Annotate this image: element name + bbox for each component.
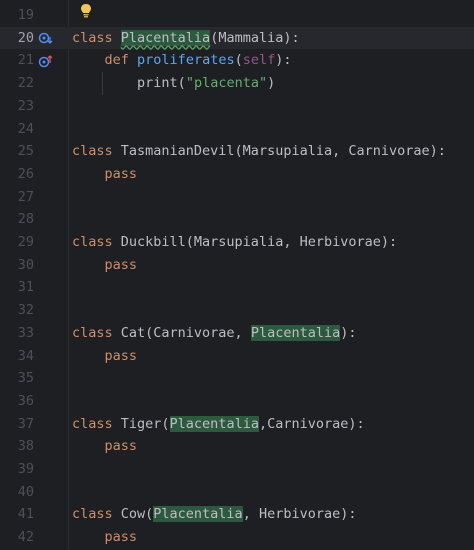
- keyword: pass: [104, 438, 138, 455]
- code-content: def proliferates(self):: [72, 49, 292, 72]
- code-text: ):: [340, 324, 357, 341]
- line-number: 27: [17, 188, 34, 205]
- line-number: 22: [17, 75, 34, 92]
- code-line[interactable]: 38 pass: [0, 435, 474, 458]
- keyword: class: [72, 29, 113, 46]
- code-content: class Placentalia(Mammalia):: [72, 27, 300, 50]
- code-line[interactable]: 22 print("placenta"): [0, 72, 474, 95]
- code-content: class Cat(Carnivorae, Placentalia):: [72, 322, 356, 345]
- code-content: pass: [72, 526, 138, 549]
- line-number: 41: [17, 506, 34, 523]
- function-name: proliferates: [137, 52, 235, 69]
- line-number: 33: [17, 324, 34, 341]
- keyword: pass: [104, 165, 138, 182]
- code-text: ): [267, 75, 276, 92]
- code-content: class Cow(Placentalia, Herbivorae):: [72, 503, 356, 526]
- code-line[interactable]: 27: [0, 186, 474, 209]
- line-number: 38: [17, 438, 34, 455]
- line-number: 20: [17, 29, 34, 46]
- line-number: 29: [17, 234, 34, 250]
- code-content: pass: [72, 254, 138, 277]
- code-content: class Duckbill(Marsupialia, Herbivorae):: [72, 231, 397, 254]
- code-content: class Tiger(Placentalia,Carnivorae):: [72, 413, 365, 436]
- code-line[interactable]: 33 class Cat(Carnivorae, Placentalia):: [0, 322, 474, 345]
- code-content: pass: [72, 435, 138, 458]
- code-line[interactable]: 37 class Tiger(Placentalia,Carnivorae):: [0, 413, 474, 436]
- line-number: 23: [17, 97, 34, 114]
- self-param: self: [242, 52, 276, 69]
- code-line[interactable]: 26 pass: [0, 163, 474, 186]
- line-number: 32: [17, 302, 34, 319]
- placentalia-usage[interactable]: Placentalia: [250, 324, 341, 341]
- line-number: 21: [17, 52, 34, 69]
- string-literal: "placenta": [185, 75, 268, 92]
- code-line[interactable]: 21 def proliferates(self):: [0, 49, 474, 72]
- line-number: 30: [17, 256, 34, 273]
- code-line[interactable]: 28: [0, 208, 474, 231]
- code-line[interactable]: 36: [0, 390, 474, 413]
- code-text: ,Carnivorae):: [258, 415, 365, 432]
- line-number: 34: [17, 347, 34, 364]
- placentalia-usage[interactable]: Placentalia: [153, 506, 243, 523]
- line-number: 37: [17, 415, 34, 432]
- class-name-placentalia[interactable]: Placentalia: [120, 29, 211, 46]
- indent-guide: [102, 72, 103, 95]
- code-line[interactable]: 40: [0, 481, 474, 504]
- keyword: class: [72, 234, 113, 250]
- code-text: print(: [137, 75, 186, 92]
- code-line[interactable]: 32: [0, 299, 474, 322]
- code-line[interactable]: 31: [0, 276, 474, 299]
- keyword: class: [72, 143, 113, 160]
- line-number: 35: [17, 370, 34, 387]
- code-content: pass: [72, 345, 138, 368]
- code-text: TasmanianDevil(Marsupialia, Carnivorae):: [112, 143, 446, 160]
- code-line[interactable]: 23: [0, 95, 474, 118]
- line-number: 36: [17, 392, 34, 409]
- code-text: ):: [275, 52, 292, 69]
- code-editor[interactable]: 19 20 class Placentalia(Mammalia): 21 def p…: [0, 0, 474, 550]
- keyword: class: [72, 415, 113, 432]
- line-number: 19: [17, 7, 34, 23]
- line-number: 42: [17, 529, 34, 546]
- code-line[interactable]: 39: [0, 458, 474, 481]
- code-line[interactable]: 41 class Cow(Placentalia, Herbivorae):: [0, 503, 474, 526]
- keyword: class: [72, 324, 113, 341]
- line-number: 39: [17, 461, 34, 477]
- code-text: Cat(Carnivorae,: [112, 324, 251, 341]
- line-number: 31: [17, 279, 34, 296]
- keyword: pass: [104, 529, 138, 546]
- overriding-method-icon[interactable]: [38, 53, 54, 69]
- line-number: 26: [17, 165, 34, 182]
- code-text: (Mammalia):: [210, 29, 300, 46]
- line-number: 28: [17, 211, 34, 228]
- line-number: 40: [17, 483, 34, 500]
- code-line[interactable]: 42 pass: [0, 526, 474, 549]
- code-text: Cow(: [112, 506, 154, 523]
- code-text: (: [234, 52, 243, 69]
- code-content: class TasmanianDevil(Marsupialia, Carniv…: [72, 140, 446, 163]
- keyword: class: [72, 506, 113, 523]
- code-line[interactable]: 35: [0, 367, 474, 390]
- code-line[interactable]: 30 pass: [0, 254, 474, 277]
- code-line[interactable]: 19: [0, 4, 474, 27]
- code-line[interactable]: 29 class Duckbill(Marsupialia, Herbivorae…: [0, 231, 474, 254]
- keyword: def: [104, 52, 129, 69]
- keyword: pass: [104, 347, 138, 364]
- code-line[interactable]: 25 class TasmanianDevil(Marsupialia, Carn…: [0, 140, 474, 163]
- line-number: 24: [17, 120, 34, 137]
- code-content: pass: [72, 163, 138, 186]
- code-line[interactable]: 20 class Placentalia(Mammalia):: [0, 26, 474, 50]
- line-number: 25: [17, 143, 34, 160]
- placentalia-usage[interactable]: Placentalia: [169, 415, 259, 432]
- code-text: Tiger(: [112, 415, 170, 432]
- overridden-method-icon[interactable]: [38, 31, 54, 47]
- code-line[interactable]: 34 pass: [0, 345, 474, 368]
- keyword: pass: [104, 256, 138, 273]
- code-line[interactable]: 24: [0, 118, 474, 141]
- code-text: Duckbill(Marsupialia, Herbivorae):: [112, 234, 398, 250]
- lightbulb-icon[interactable]: [80, 3, 92, 19]
- code-text: , Herbivorae):: [242, 506, 357, 523]
